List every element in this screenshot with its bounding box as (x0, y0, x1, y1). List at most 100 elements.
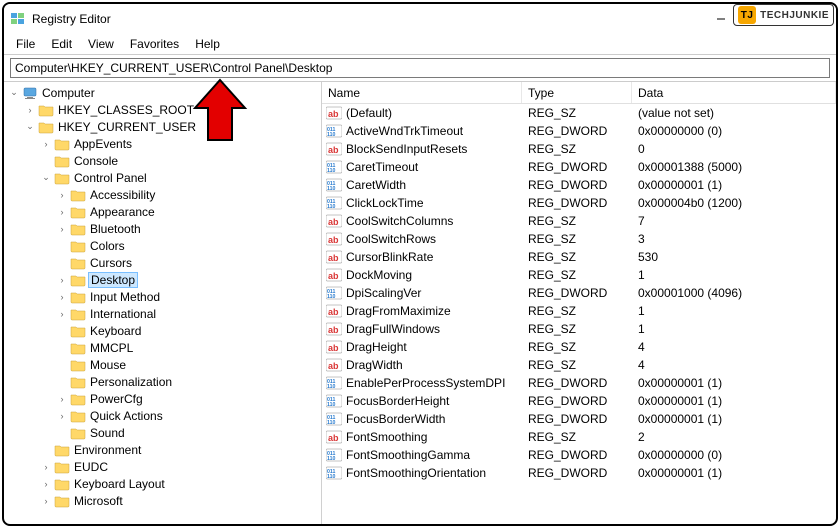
expand-toggle[interactable] (54, 357, 70, 373)
tree-label: Cursors (90, 256, 132, 270)
expand-toggle[interactable] (54, 408, 70, 424)
expand-toggle[interactable] (54, 187, 70, 203)
list-row[interactable]: abDragFromMaximizeREG_SZ1 (322, 302, 836, 320)
list-row[interactable]: 011110FontSmoothingOrientationREG_DWORD0… (322, 464, 836, 482)
list-row[interactable]: 011110CaretWidthREG_DWORD0x00000001 (1) (322, 176, 836, 194)
tree-item[interactable]: Appearance (6, 203, 321, 220)
folder-icon (70, 357, 86, 373)
string-value-icon: ab (326, 142, 342, 156)
expand-toggle[interactable] (54, 425, 70, 441)
expand-toggle[interactable] (54, 391, 70, 407)
tree-pane[interactable]: ComputerHKEY_CLASSES_ROOTHKEY_CURRENT_US… (4, 82, 322, 524)
expand-toggle[interactable] (38, 136, 54, 152)
list-row[interactable]: abDragFullWindowsREG_SZ1 (322, 320, 836, 338)
tree-item[interactable]: Cursors (6, 254, 321, 271)
list-row[interactable]: abDragWidthREG_SZ4 (322, 356, 836, 374)
tree-item[interactable]: Input Method (6, 288, 321, 305)
folder-icon (54, 493, 70, 509)
list-row[interactable]: abDockMovingREG_SZ1 (322, 266, 836, 284)
column-data[interactable]: Data (632, 82, 836, 103)
address-input[interactable]: Computer\HKEY_CURRENT_USER\Control Panel… (10, 58, 830, 78)
tree-item[interactable]: Colors (6, 237, 321, 254)
list-row[interactable]: 011110CaretTimeoutREG_DWORD0x00001388 (5… (322, 158, 836, 176)
expand-toggle[interactable] (38, 442, 54, 458)
tree-item[interactable]: Keyboard (6, 322, 321, 339)
list-row[interactable]: abCoolSwitchColumnsREG_SZ7 (322, 212, 836, 230)
list-header: Name Type Data (322, 82, 836, 104)
list-row[interactable]: abFontSmoothingREG_SZ2 (322, 428, 836, 446)
title-bar: Registry Editor (4, 4, 836, 34)
tree-item[interactable]: Accessibility (6, 186, 321, 203)
list-row[interactable]: 011110ActiveWndTrkTimeoutREG_DWORD0x0000… (322, 122, 836, 140)
list-row[interactable]: 011110FocusBorderHeightREG_DWORD0x000000… (322, 392, 836, 410)
menu-view[interactable]: View (80, 35, 122, 53)
list-row[interactable]: 011110ClickLockTimeREG_DWORD0x000004b0 (… (322, 194, 836, 212)
value-type: REG_SZ (522, 430, 632, 444)
tree-item[interactable]: EUDC (6, 458, 321, 475)
list-row[interactable]: 011110FocusBorderWidthREG_DWORD0x0000000… (322, 410, 836, 428)
list-row[interactable]: 011110FontSmoothingGammaREG_DWORD0x00000… (322, 446, 836, 464)
expand-toggle[interactable] (6, 85, 22, 101)
list-row[interactable]: abBlockSendInputResetsREG_SZ0 (322, 140, 836, 158)
list-row[interactable]: abCoolSwitchRowsREG_SZ3 (322, 230, 836, 248)
tree-item[interactable]: Control Panel (6, 169, 321, 186)
tree-item[interactable]: Bluetooth (6, 220, 321, 237)
tree-item[interactable]: PowerCfg (6, 390, 321, 407)
expand-toggle[interactable] (54, 306, 70, 322)
expand-toggle[interactable] (38, 170, 54, 186)
list-body[interactable]: ab(Default)REG_SZ(value not set)011110Ac… (322, 104, 836, 524)
expand-toggle[interactable] (38, 153, 54, 169)
expand-toggle[interactable] (38, 493, 54, 509)
menu-favorites[interactable]: Favorites (122, 35, 187, 53)
column-name[interactable]: Name (322, 82, 522, 103)
expand-toggle[interactable] (54, 272, 70, 288)
folder-icon (70, 221, 86, 237)
list-row[interactable]: abCursorBlinkRateREG_SZ530 (322, 248, 836, 266)
expand-toggle[interactable] (54, 255, 70, 271)
value-name: CursorBlinkRate (346, 250, 433, 264)
tree-item[interactable]: MMCPL (6, 339, 321, 356)
value-data: 1 (632, 268, 836, 282)
expand-toggle[interactable] (54, 238, 70, 254)
expand-toggle[interactable] (54, 340, 70, 356)
expand-toggle[interactable] (54, 204, 70, 220)
tree-item[interactable]: Environment (6, 441, 321, 458)
list-row[interactable]: 011110EnablePerProcessSystemDPIREG_DWORD… (322, 374, 836, 392)
tree-item[interactable]: Personalization (6, 373, 321, 390)
menu-file[interactable]: File (8, 35, 43, 53)
tree-item[interactable]: Quick Actions (6, 407, 321, 424)
expand-toggle[interactable] (54, 374, 70, 390)
expand-toggle[interactable] (22, 102, 38, 118)
list-row[interactable]: 011110DpiScalingVerREG_DWORD0x00001000 (… (322, 284, 836, 302)
tree-item[interactable]: HKEY_CURRENT_USER (6, 118, 321, 135)
list-row[interactable]: abDragHeightREG_SZ4 (322, 338, 836, 356)
list-row[interactable]: ab(Default)REG_SZ(value not set) (322, 104, 836, 122)
tree-item[interactable]: HKEY_CLASSES_ROOT (6, 101, 321, 118)
menu-help[interactable]: Help (187, 35, 228, 53)
value-type: REG_DWORD (522, 412, 632, 426)
tree-item[interactable]: AppEvents (6, 135, 321, 152)
expand-toggle[interactable] (22, 119, 38, 135)
tree-item[interactable]: International (6, 305, 321, 322)
value-data: (value not set) (632, 106, 836, 120)
folder-icon (38, 119, 54, 135)
expand-toggle[interactable] (54, 323, 70, 339)
tree-item[interactable]: Microsoft (6, 492, 321, 509)
expand-toggle[interactable] (38, 459, 54, 475)
tree-item[interactable]: Mouse (6, 356, 321, 373)
expand-toggle[interactable] (54, 289, 70, 305)
column-type[interactable]: Type (522, 82, 632, 103)
tree-item[interactable]: Keyboard Layout (6, 475, 321, 492)
value-type: REG_DWORD (522, 286, 632, 300)
tree-item[interactable]: Desktop (6, 271, 321, 288)
tree-item[interactable]: Console (6, 152, 321, 169)
value-type: REG_DWORD (522, 376, 632, 390)
tree-label: Keyboard Layout (74, 477, 165, 491)
tree-item[interactable]: Sound (6, 424, 321, 441)
svg-text:110: 110 (327, 456, 335, 462)
value-data: 530 (632, 250, 836, 264)
expand-toggle[interactable] (54, 221, 70, 237)
tree-item[interactable]: Computer (6, 84, 321, 101)
menu-edit[interactable]: Edit (43, 35, 80, 53)
expand-toggle[interactable] (38, 476, 54, 492)
